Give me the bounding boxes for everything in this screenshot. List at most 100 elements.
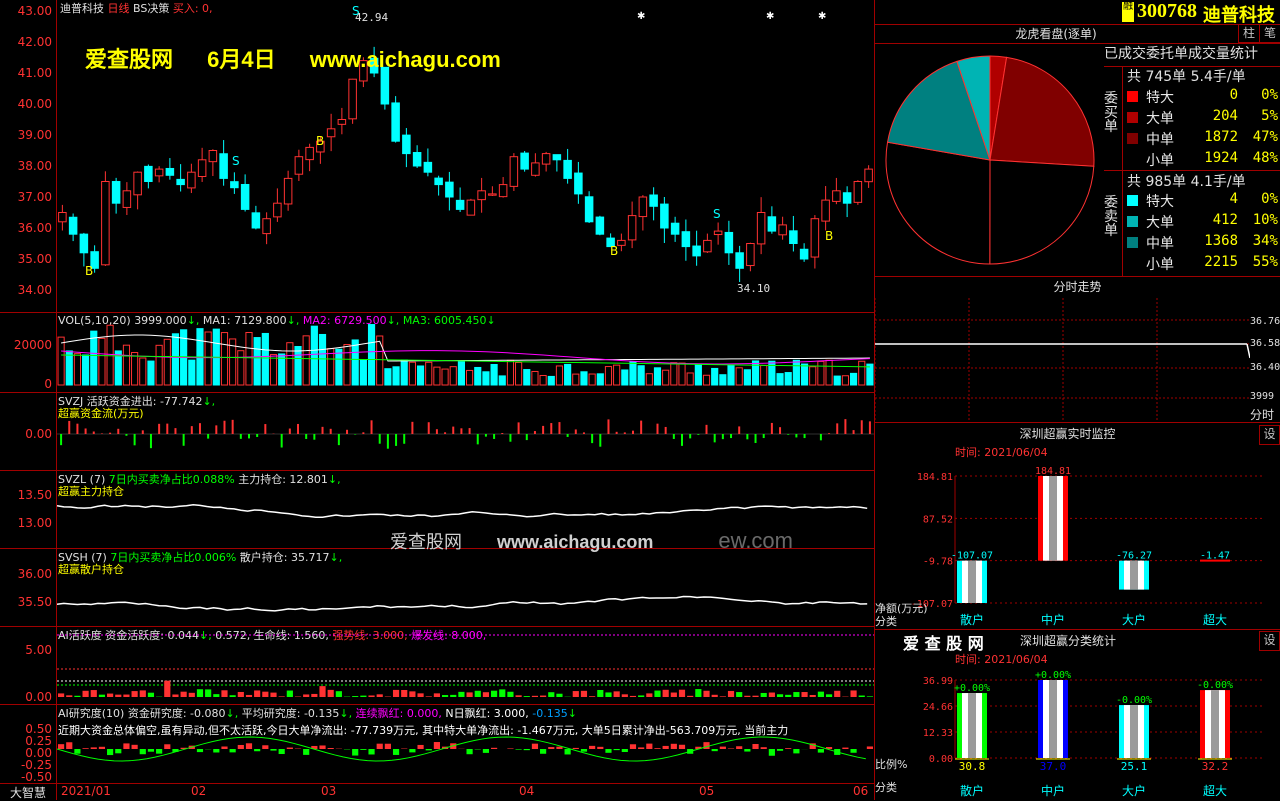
volume-bar bbox=[426, 362, 432, 385]
volume-bar bbox=[614, 365, 620, 385]
volume-bar bbox=[605, 367, 611, 385]
volume-bar bbox=[246, 332, 252, 385]
price-tick: 36.00 bbox=[18, 221, 52, 235]
margin-badge: 融 bbox=[1122, 2, 1134, 22]
row-label: 中单 bbox=[1146, 129, 1174, 149]
activity-bar bbox=[540, 696, 546, 697]
research-bar bbox=[761, 747, 767, 749]
tab-bar-chart[interactable]: 柱 bbox=[1238, 24, 1260, 43]
research-bar bbox=[777, 749, 783, 751]
candle-body bbox=[628, 216, 636, 240]
candle-body bbox=[768, 217, 776, 231]
volume-bar bbox=[842, 376, 848, 385]
row-count: 2215 bbox=[1204, 254, 1238, 270]
stock-header: 融 300768 迪普科技 bbox=[875, 0, 1280, 24]
candle-body bbox=[843, 193, 851, 203]
activity-bar bbox=[850, 690, 856, 697]
watermark-overlay: 爱查股网 6月4日 www.aichagu.com bbox=[85, 42, 501, 74]
volume-bar bbox=[761, 365, 767, 385]
row-label: 特大 bbox=[1146, 191, 1174, 211]
flow-bar-shade bbox=[1049, 476, 1057, 561]
dragon-title: 龙虎看盘(逐单) bbox=[875, 25, 1237, 43]
y-tick: 184.81 bbox=[917, 472, 953, 483]
net-flow-bar-chart[interactable]: 184.8187.52-9.78-107.07-107.07散户184.81中户… bbox=[875, 458, 1280, 628]
monitor-title: 深圳超赢实时监控 bbox=[875, 424, 1260, 444]
ai-research-chart[interactable] bbox=[57, 705, 874, 783]
classify-settings-button[interactable]: 设 bbox=[1259, 631, 1280, 651]
ratio-bar-shade bbox=[1130, 705, 1138, 758]
high-price-label: 42.94 bbox=[355, 11, 388, 24]
candle-body bbox=[510, 157, 518, 187]
research-bar bbox=[213, 749, 219, 752]
activity-bar bbox=[238, 692, 244, 697]
volume-bar bbox=[728, 365, 734, 385]
volume-bar bbox=[123, 345, 129, 385]
monitor-cat-label: 分类 bbox=[875, 613, 897, 629]
research-bar bbox=[197, 749, 203, 752]
activity-bar bbox=[393, 690, 399, 697]
app-logo: 大智慧 bbox=[0, 784, 56, 800]
candle-body bbox=[564, 160, 572, 178]
activity-bar bbox=[507, 692, 513, 697]
activity-bar bbox=[556, 694, 562, 697]
signal-marker: B bbox=[85, 264, 93, 278]
classify-ratio-label: 比例% bbox=[875, 756, 907, 772]
candle-body bbox=[59, 213, 67, 222]
volume-bar bbox=[679, 363, 685, 385]
row-label: 大单 bbox=[1146, 212, 1174, 232]
activity-bar bbox=[230, 695, 236, 697]
row-count: 204 bbox=[1213, 108, 1238, 124]
candle-body bbox=[198, 160, 206, 177]
capital-flow-chart[interactable] bbox=[57, 393, 874, 470]
svzl-tick: 13.00 bbox=[18, 516, 52, 530]
volume-bar bbox=[712, 368, 718, 385]
volume-bar bbox=[859, 361, 865, 385]
activity-bar bbox=[181, 692, 187, 697]
research-bar bbox=[589, 746, 595, 749]
research-bar bbox=[491, 748, 497, 749]
row-count: 1924 bbox=[1204, 150, 1238, 166]
volume-bar bbox=[752, 361, 758, 385]
candle-body bbox=[155, 169, 163, 176]
research-bar bbox=[132, 745, 138, 749]
category-ratio-bar-chart[interactable]: 36.9924.6612.330.00+0.00%30.8散户+0.00%37.… bbox=[875, 664, 1280, 800]
candle-body bbox=[521, 153, 529, 169]
ratio-value-label: 32.2 bbox=[1202, 760, 1229, 773]
y-tick: 24.66 bbox=[923, 702, 953, 713]
main-chart-area[interactable]: 迪普科技 日线 BS决策 买入: 0, 43.0042.0041.0040.00… bbox=[0, 0, 874, 800]
flow-bar-shade bbox=[1130, 561, 1138, 590]
intraday-chart[interactable] bbox=[875, 298, 1250, 422]
candle-body bbox=[489, 194, 497, 195]
order-pie-chart[interactable] bbox=[880, 48, 1100, 273]
pie-slice bbox=[990, 160, 1094, 264]
row-count: 412 bbox=[1213, 212, 1238, 228]
research-bar bbox=[850, 749, 856, 753]
activity-bar bbox=[630, 696, 636, 697]
ai-active-chart[interactable] bbox=[57, 627, 874, 704]
research-bar bbox=[605, 749, 611, 753]
legend-swatch bbox=[1127, 112, 1138, 123]
classify-title: 深圳超赢分类统计 bbox=[1020, 632, 1116, 649]
activity-bar bbox=[450, 695, 456, 697]
volume-bar bbox=[417, 366, 423, 385]
activity-bar bbox=[205, 689, 211, 697]
volume-chart[interactable] bbox=[57, 313, 874, 392]
activity-bar bbox=[720, 696, 726, 697]
activity-bar bbox=[270, 693, 276, 697]
row-pct: 5% bbox=[1261, 108, 1278, 124]
activity-bar bbox=[859, 696, 865, 697]
research-bar bbox=[270, 749, 276, 751]
activity-bar bbox=[164, 681, 170, 697]
candle-body bbox=[102, 182, 110, 265]
ratio-change-label: -0.00% bbox=[1197, 680, 1233, 691]
row-label: 特大 bbox=[1146, 87, 1174, 107]
volume-bar bbox=[58, 337, 64, 385]
monitor-settings-button[interactable]: 设 bbox=[1259, 425, 1280, 445]
research-bar bbox=[230, 749, 236, 752]
volume-bar bbox=[646, 374, 652, 385]
tab-pen-chart[interactable]: 笔 bbox=[1259, 24, 1280, 43]
retail-chart[interactable] bbox=[57, 549, 874, 626]
volume-bar bbox=[516, 362, 522, 385]
volume-bar bbox=[74, 354, 80, 385]
row-pct: 0% bbox=[1261, 191, 1278, 207]
